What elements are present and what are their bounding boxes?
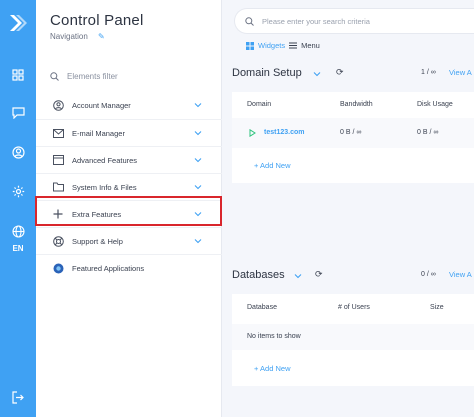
domain-pager: 1 / ∞ xyxy=(421,69,436,76)
column-header: Bandwidth xyxy=(340,101,373,108)
sidebar-item-email-manager[interactable]: E-mail Manager xyxy=(36,119,222,146)
filter-placeholder: Elements filter xyxy=(67,71,118,81)
chevron-down-icon xyxy=(194,131,202,136)
sidebar-item-label: System Info & Files xyxy=(72,182,137,192)
envelope-icon xyxy=(52,127,64,139)
domain-table-card: Domain Bandwidth Disk Usage test123.com … xyxy=(232,92,474,183)
sidebar-item-featured-applications[interactable]: Featured Applications xyxy=(36,254,222,281)
pager-current: 0 xyxy=(421,271,425,278)
extra-features-highlight xyxy=(35,196,222,226)
sidebar-item-label: Support & Help xyxy=(72,236,123,246)
language-label[interactable]: EN xyxy=(6,244,30,253)
widgets-icon xyxy=(246,41,254,50)
view-tabs: Widgets Menu xyxy=(246,41,320,50)
refresh-icon[interactable]: ⟳ xyxy=(336,67,344,78)
pager-separator: / xyxy=(426,69,429,76)
disk-usage-value: 0 B / ∞ xyxy=(417,129,439,136)
sidebar-item-label: Account Manager xyxy=(72,101,131,110)
column-header: Size xyxy=(430,304,444,311)
chevron-down-icon xyxy=(194,158,202,163)
refresh-icon[interactable]: ⟳ xyxy=(315,269,323,280)
page-title: Control Panel xyxy=(50,12,144,29)
pin-icon[interactable]: ✎ xyxy=(98,32,105,41)
gear-icon[interactable] xyxy=(9,182,27,200)
navigation-subtitle: Navigation xyxy=(50,32,88,41)
databases-add-new-button[interactable]: + Add New xyxy=(254,364,290,373)
search-placeholder: Please enter your search criteria xyxy=(262,16,370,26)
pager-total: ∞ xyxy=(430,271,436,278)
chevron-down-icon[interactable] xyxy=(313,71,321,77)
sidebar-item-label: E-mail Manager xyxy=(72,128,125,138)
column-header: # of Users xyxy=(338,304,370,311)
tab-menu[interactable]: Menu xyxy=(301,41,320,50)
sidebar-item-account-manager[interactable]: Account Manager xyxy=(36,92,222,119)
databases-pager: 0 / ∞ xyxy=(421,271,436,278)
elements-filter[interactable]: Elements filter xyxy=(50,68,208,84)
sidebar-menu: Account Manager E-mail Manager Advanced … xyxy=(36,92,222,281)
pager-total: ∞ xyxy=(430,69,436,76)
dashboard-grid-icon[interactable] xyxy=(9,66,27,84)
sidebar-item-support-help[interactable]: Support & Help xyxy=(36,227,222,254)
domain-link[interactable]: test123.com xyxy=(264,129,304,136)
logout-icon[interactable] xyxy=(9,388,27,406)
chat-icon[interactable] xyxy=(9,104,27,122)
domain-setup-title: Domain Setup xyxy=(232,67,302,79)
databases-title: Databases xyxy=(232,269,285,281)
search-icon xyxy=(50,71,59,81)
column-header: Disk Usage xyxy=(417,101,453,108)
databases-table-card: Database # of Users Size No items to sho… xyxy=(232,294,474,386)
table-row: test123.com 0 B / ∞ 0 B / ∞ xyxy=(232,118,474,148)
column-header: Database xyxy=(247,304,277,311)
sidebar-item-advanced-features[interactable]: Advanced Features xyxy=(36,146,222,173)
chevron-down-icon[interactable] xyxy=(294,273,302,279)
window-icon xyxy=(52,154,64,166)
tab-widgets[interactable]: Widgets xyxy=(258,41,285,50)
global-search[interactable]: Please enter your search criteria xyxy=(234,8,474,34)
pager-current: 1 xyxy=(421,69,425,76)
app-rail: EN xyxy=(0,0,36,417)
folder-icon xyxy=(52,181,64,193)
domain-view-all-link[interactable]: View A xyxy=(449,68,472,77)
pager-separator: / xyxy=(426,271,429,278)
chevron-down-icon xyxy=(194,185,202,190)
sidebar-item-label: Advanced Features xyxy=(72,155,138,165)
user-icon[interactable] xyxy=(9,143,27,161)
table-row: No items to show xyxy=(232,324,474,350)
chevron-down-icon xyxy=(194,239,202,244)
menu-icon xyxy=(289,42,298,49)
user-circle-icon xyxy=(52,100,64,112)
sidebar-item-label: Featured Applications xyxy=(72,263,145,273)
databases-view-all-link[interactable]: View A xyxy=(449,270,472,279)
apps-icon xyxy=(52,262,64,274)
lifebuoy-icon xyxy=(52,235,64,247)
empty-state-text: No items to show xyxy=(247,333,301,340)
play-icon[interactable] xyxy=(249,129,256,137)
globe-icon[interactable] xyxy=(9,222,27,240)
bandwidth-value: 0 B / ∞ xyxy=(340,129,362,136)
logo-icon[interactable] xyxy=(6,12,28,34)
domain-add-new-button[interactable]: + Add New xyxy=(254,161,290,170)
column-header: Domain xyxy=(247,101,272,108)
search-icon xyxy=(245,16,254,26)
chevron-down-icon xyxy=(194,103,202,108)
